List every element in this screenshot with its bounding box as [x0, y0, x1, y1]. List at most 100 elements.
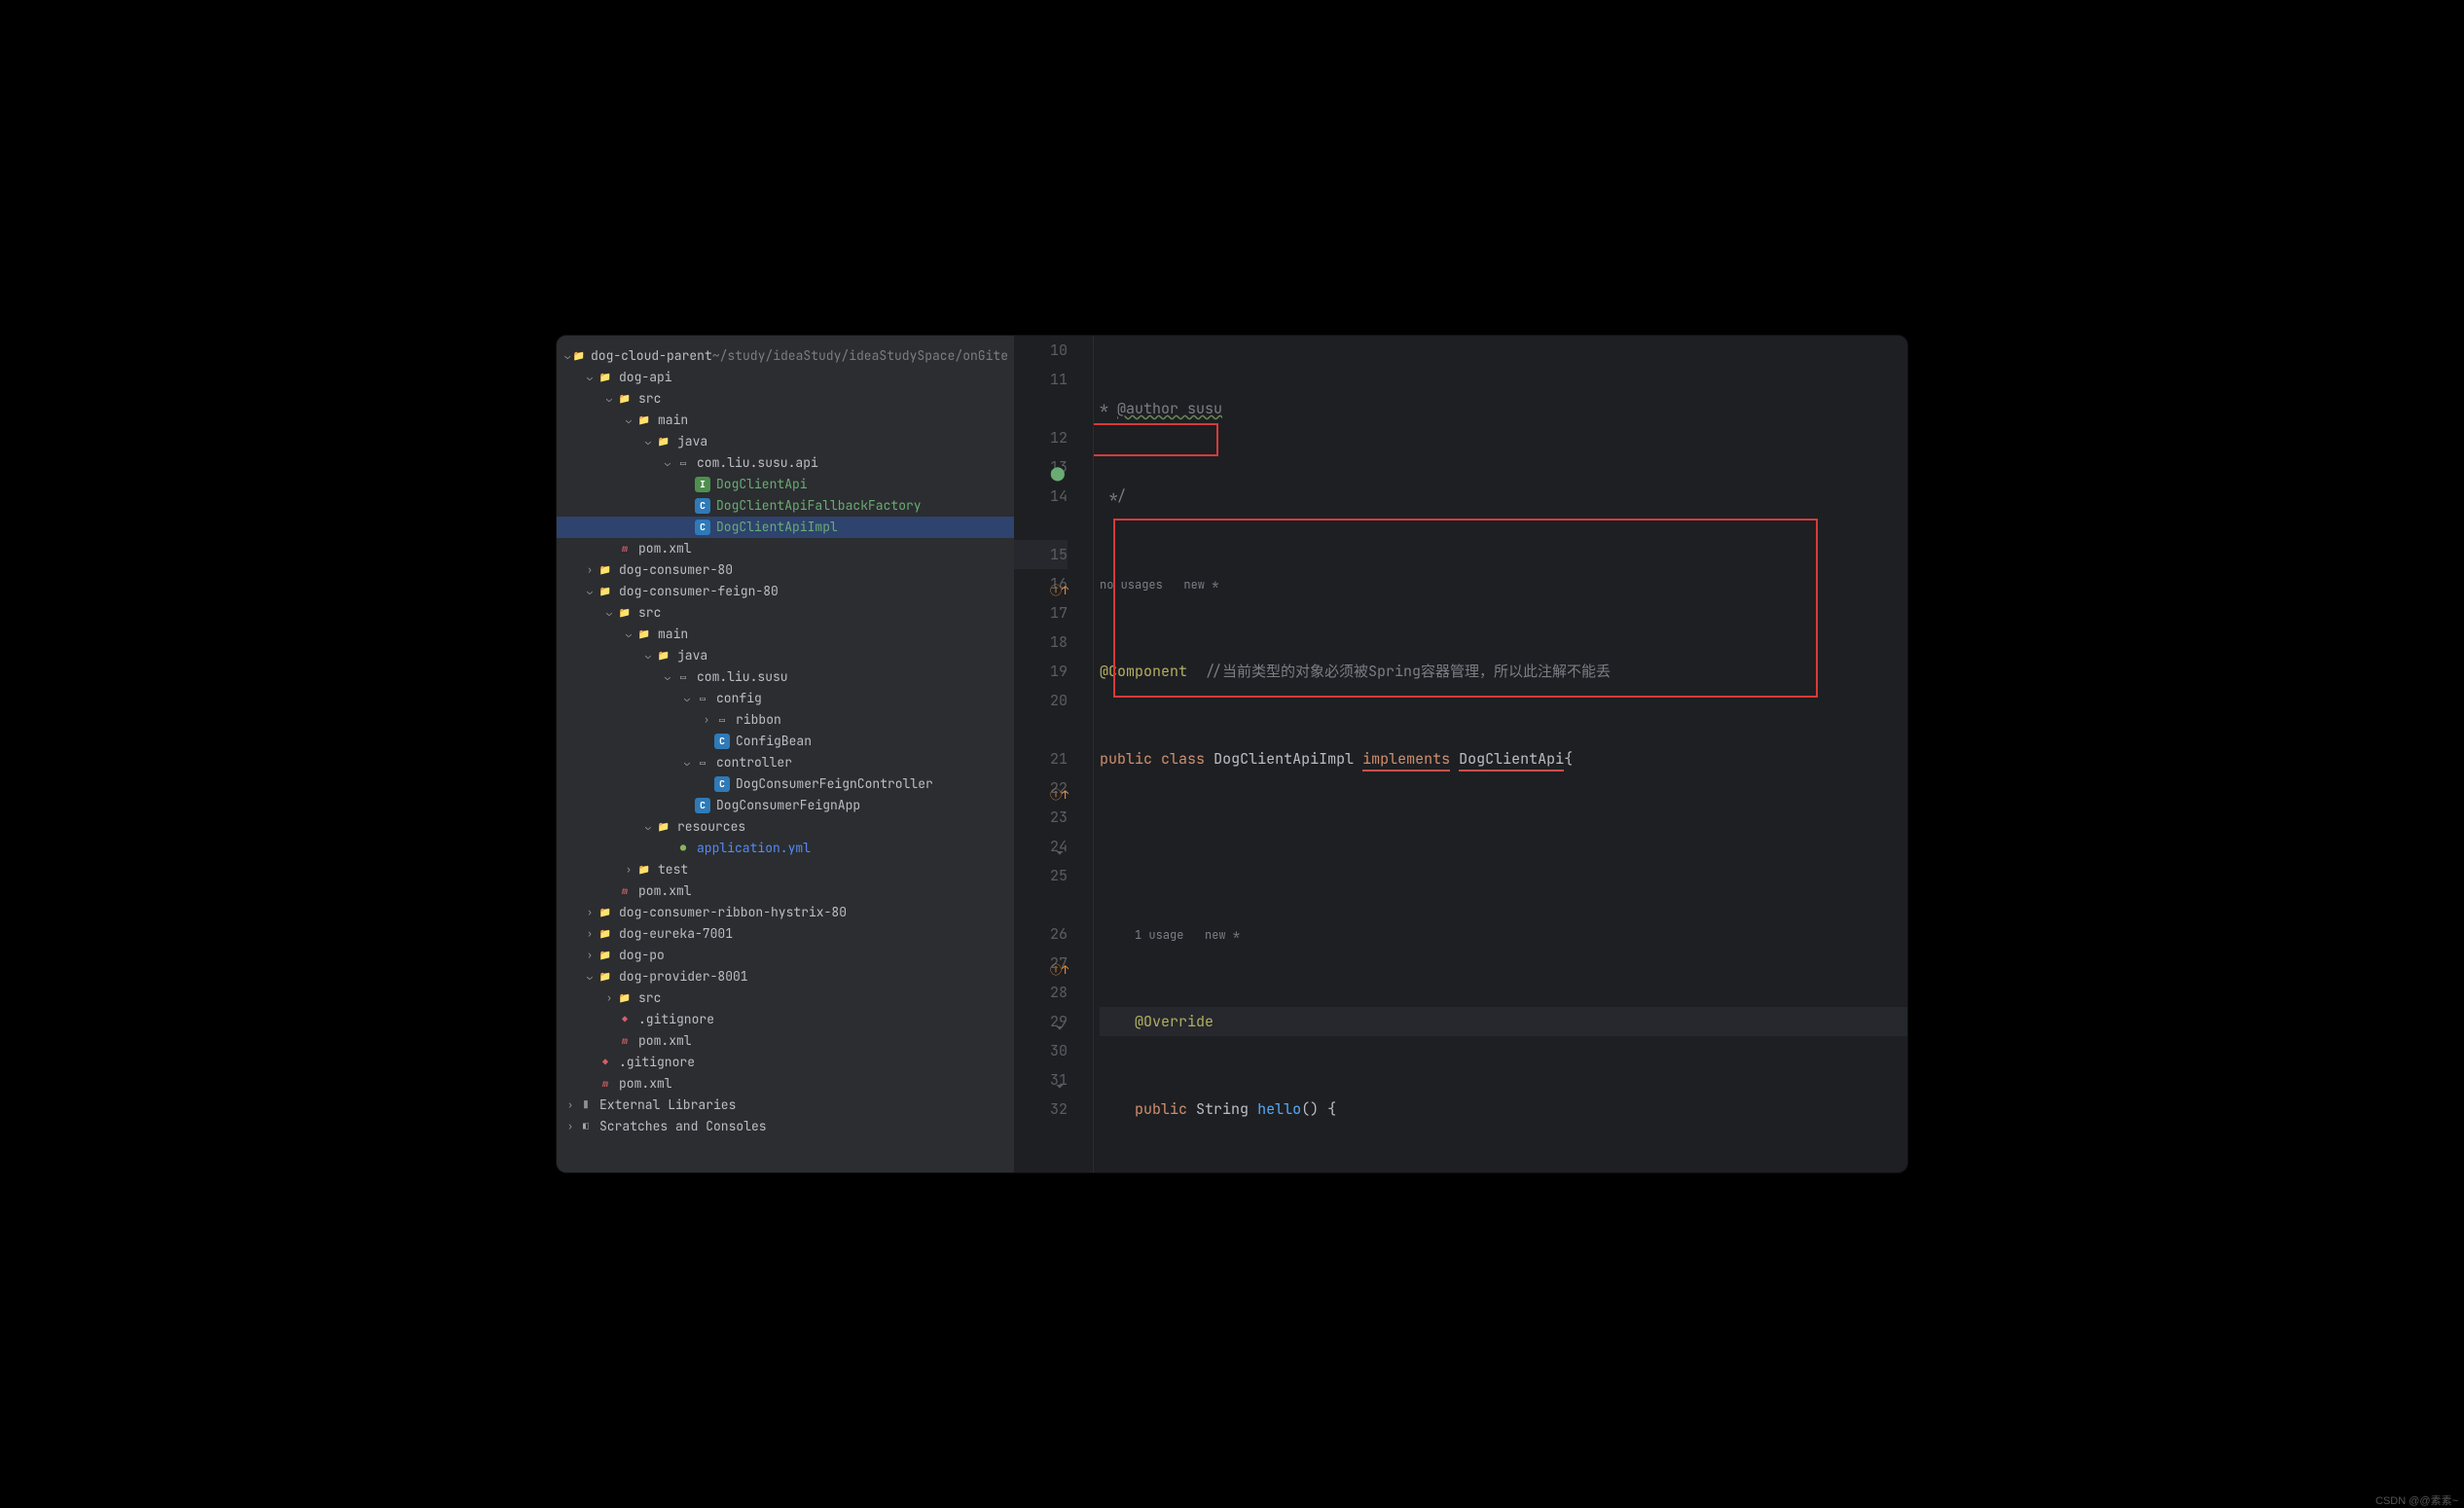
gutter-line[interactable]: 16ⓘ↑ — [1014, 569, 1068, 598]
gutter-line[interactable]: 30 — [1014, 1036, 1068, 1065]
tree-item-pom-xml[interactable]: mpom.xml — [557, 538, 1014, 559]
project-tree[interactable]: ⌄📁dog-cloud-parent ~/study/ideaStudy/ide… — [557, 336, 1014, 1172]
tree-item-java[interactable]: ⌄📁java — [557, 431, 1014, 452]
tree-item-com-liu-susu-api[interactable]: ⌄▭com.liu.susu.api — [557, 452, 1014, 474]
override-icon[interactable]: ⓘ↑ — [1050, 955, 1064, 969]
fold-icon[interactable]: ⏷ — [1050, 1014, 1064, 1027]
expand-arrow-icon[interactable] — [603, 1030, 615, 1052]
expand-arrow-icon[interactable]: ⌄ — [662, 666, 673, 688]
tree-item-ribbon[interactable]: ›▭ribbon — [557, 709, 1014, 731]
tree-item-pom-xml[interactable]: mpom.xml — [557, 1030, 1014, 1052]
tree-item-src[interactable]: ›📁src — [557, 987, 1014, 1009]
tree-item-resources[interactable]: ⌄📁resources — [557, 816, 1014, 838]
gutter-line[interactable]: 25 — [1014, 861, 1068, 890]
expand-arrow-icon[interactable] — [681, 795, 693, 816]
expand-arrow-icon[interactable]: ⌄ — [564, 345, 571, 367]
tree-item-configbean[interactable]: CConfigBean — [557, 731, 1014, 752]
gutter-line[interactable]: 24⏷ — [1014, 832, 1068, 861]
tree-item-dog-consumer-feign-80[interactable]: ⌄📁dog-consumer-feign-80 — [557, 581, 1014, 602]
gutter-line[interactable]: 28 — [1014, 978, 1068, 1007]
gutter-line[interactable] — [1014, 394, 1068, 423]
expand-arrow-icon[interactable]: › — [584, 902, 596, 923]
expand-arrow-icon[interactable] — [584, 1052, 596, 1073]
gutter-line[interactable]: 22ⓘ↑ — [1014, 773, 1068, 803]
expand-arrow-icon[interactable]: ⌄ — [662, 452, 673, 474]
expand-arrow-icon[interactable]: ⌄ — [584, 581, 596, 602]
expand-arrow-icon[interactable]: ⌄ — [584, 966, 596, 987]
gutter-line[interactable]: 27ⓘ↑ — [1014, 949, 1068, 978]
expand-arrow-icon[interactable] — [681, 495, 693, 517]
gutter-line[interactable] — [1014, 715, 1068, 744]
expand-arrow-icon[interactable] — [584, 1073, 596, 1095]
expand-arrow-icon[interactable]: › — [564, 1095, 576, 1116]
tree-item-dogconsumerfeigncontroller[interactable]: CDogConsumerFeignController — [557, 773, 1014, 795]
gutter-line[interactable]: 31⏷ — [1014, 1065, 1068, 1095]
gutter-line[interactable]: 18 — [1014, 628, 1068, 657]
gutter-line[interactable]: 29⏷ — [1014, 1007, 1068, 1036]
expand-arrow-icon[interactable] — [681, 474, 693, 495]
expand-arrow-icon[interactable]: › — [701, 709, 712, 731]
tree-item--gitignore[interactable]: ◆.gitignore — [557, 1052, 1014, 1073]
tree-item-dog-api[interactable]: ⌄📁dog-api — [557, 367, 1014, 388]
expand-arrow-icon[interactable]: ⌄ — [623, 410, 634, 431]
tree-item-dog-consumer-ribbon-hystrix-80[interactable]: ›📁dog-consumer-ribbon-hystrix-80 — [557, 902, 1014, 923]
expand-arrow-icon[interactable]: ⌄ — [642, 431, 654, 452]
tree-item-dogclientapifallbackfactory[interactable]: CDogClientApiFallbackFactory — [557, 495, 1014, 517]
gutter-line[interactable]: 12 — [1014, 423, 1068, 452]
tree-item-com-liu-susu[interactable]: ⌄▭com.liu.susu — [557, 666, 1014, 688]
gutter-line[interactable]: 19 — [1014, 657, 1068, 686]
expand-arrow-icon[interactable]: › — [584, 923, 596, 945]
tree-item-src[interactable]: ⌄📁src — [557, 602, 1014, 624]
override-icon[interactable]: ⓘ↑ — [1050, 780, 1064, 794]
gutter-line[interactable] — [1014, 890, 1068, 919]
expand-arrow-icon[interactable] — [701, 731, 712, 752]
tree-item-dog-consumer-80[interactable]: ›📁dog-consumer-80 — [557, 559, 1014, 581]
tree-item-config[interactable]: ⌄▭config — [557, 688, 1014, 709]
gutter-line[interactable]: 32 — [1014, 1095, 1068, 1124]
expand-arrow-icon[interactable] — [603, 538, 615, 559]
expand-arrow-icon[interactable]: ⌄ — [681, 688, 693, 709]
tree-item-pom-xml[interactable]: mpom.xml — [557, 1073, 1014, 1095]
gutter-line[interactable]: 17 — [1014, 598, 1068, 628]
expand-arrow-icon[interactable] — [701, 773, 712, 795]
tree-item-main[interactable]: ⌄📁main — [557, 624, 1014, 645]
expand-arrow-icon[interactable]: › — [564, 1116, 576, 1137]
expand-arrow-icon[interactable]: › — [584, 945, 596, 966]
tree-item-dogclientapiimpl[interactable]: CDogClientApiImpl — [557, 517, 1014, 538]
tree-item-dogclientapi[interactable]: IDogClientApi — [557, 474, 1014, 495]
gutter-line[interactable]: 13⬤ — [1014, 452, 1068, 482]
expand-arrow-icon[interactable]: ⌄ — [584, 367, 596, 388]
tree-item-scratches-and-consoles[interactable]: ›◧Scratches and Consoles — [557, 1116, 1014, 1137]
tree-item-dog-po[interactable]: ›📁dog-po — [557, 945, 1014, 966]
gutter-line[interactable]: 15 — [1014, 540, 1068, 569]
tree-item-src[interactable]: ⌄📁src — [557, 388, 1014, 410]
tree-item-java[interactable]: ⌄📁java — [557, 645, 1014, 666]
tree-item-dog-eureka-7001[interactable]: ›📁dog-eureka-7001 — [557, 923, 1014, 945]
expand-arrow-icon[interactable] — [662, 838, 673, 859]
expand-arrow-icon[interactable]: › — [584, 559, 596, 581]
gutter-line[interactable]: 20 — [1014, 686, 1068, 715]
expand-arrow-icon[interactable]: ⌄ — [603, 602, 615, 624]
expand-arrow-icon[interactable] — [603, 1009, 615, 1030]
gutter-line[interactable]: 14 — [1014, 482, 1068, 511]
tree-item-pom-xml[interactable]: mpom.xml — [557, 880, 1014, 902]
expand-arrow-icon[interactable]: ⌄ — [642, 645, 654, 666]
gutter-line[interactable] — [1014, 511, 1068, 540]
tree-item-controller[interactable]: ⌄▭controller — [557, 752, 1014, 773]
spring-bean-icon[interactable]: ⬤ — [1050, 459, 1064, 473]
tree-item-test[interactable]: ›📁test — [557, 859, 1014, 880]
tree-item-application-yml[interactable]: ●application.yml — [557, 838, 1014, 859]
override-icon[interactable]: ⓘ↑ — [1050, 576, 1064, 590]
expand-arrow-icon[interactable]: › — [623, 859, 634, 880]
fold-icon[interactable]: ⏷ — [1050, 1072, 1064, 1086]
tree-item-external-libraries[interactable]: ›⫴External Libraries — [557, 1095, 1014, 1116]
expand-arrow-icon[interactable]: ⌄ — [623, 624, 634, 645]
tree-item-dogconsumerfeignapp[interactable]: CDogConsumerFeignApp — [557, 795, 1014, 816]
tree-item--gitignore[interactable]: ◆.gitignore — [557, 1009, 1014, 1030]
gutter-line[interactable]: 10 — [1014, 336, 1068, 365]
code-editor[interactable]: 10111213⬤141516ⓘ↑171819202122ⓘ↑2324⏷2526… — [1014, 336, 1907, 1172]
fold-icon[interactable]: ⏷ — [1050, 839, 1064, 852]
expand-arrow-icon[interactable]: › — [603, 987, 615, 1009]
expand-arrow-icon[interactable] — [681, 517, 693, 538]
code-area[interactable]: * @author susu */ no usages new * @Compo… — [1094, 336, 1907, 1172]
